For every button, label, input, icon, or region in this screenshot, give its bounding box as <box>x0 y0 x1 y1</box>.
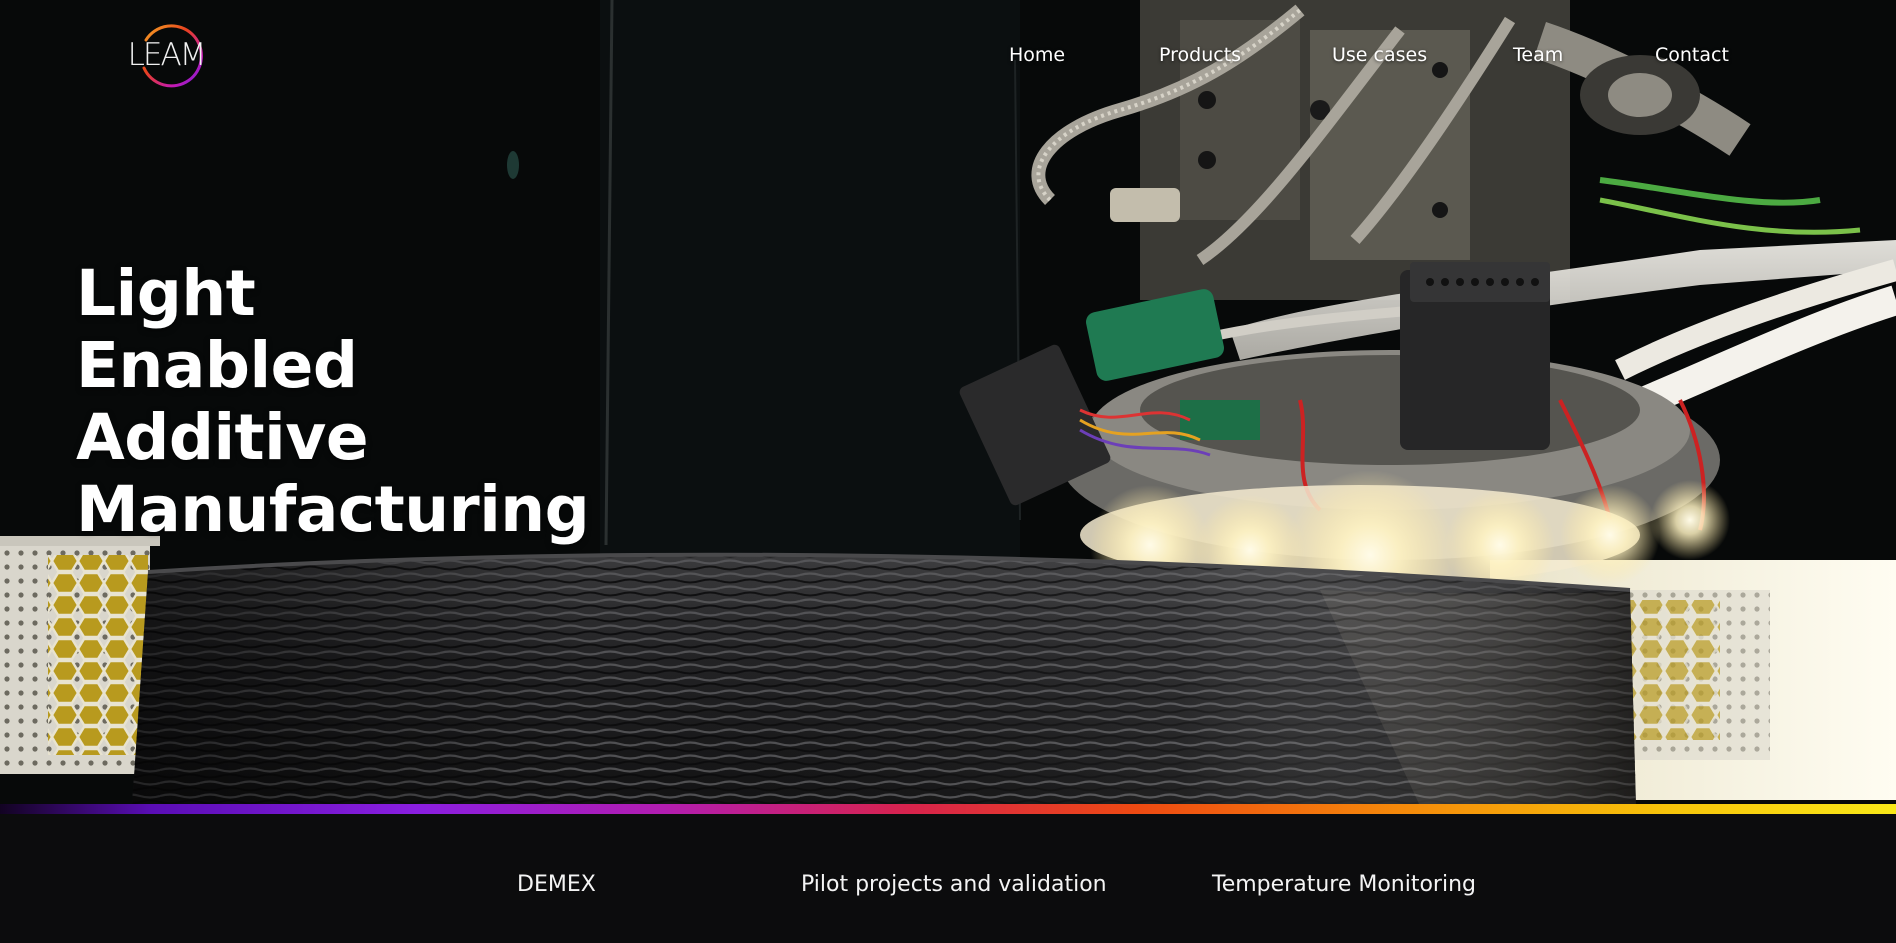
headline-line-3: Additive <box>76 401 369 474</box>
link-pilot-projects[interactable]: Pilot projects and validation <box>801 872 1107 897</box>
headline-line-1: Light <box>76 257 256 330</box>
nav-home[interactable]: Home <box>1009 44 1065 66</box>
nav-products[interactable]: Products <box>1159 44 1241 66</box>
headline-line-2: Enabled <box>76 329 358 402</box>
section-links: DEMEX Pilot projects and validation Temp… <box>0 814 1896 943</box>
nav-contact[interactable]: Contact <box>1655 44 1729 66</box>
link-temperature-monitoring[interactable]: Temperature Monitoring <box>1212 872 1476 897</box>
hero-section: LEAM Home Products Use cases Team Contac… <box>0 0 1896 806</box>
gradient-divider <box>0 804 1896 814</box>
main-navigation: Home Products Use cases Team Contact <box>0 44 1896 70</box>
headline-line-4: Manufacturing <box>76 473 590 546</box>
page: LEAM Home Products Use cases Team Contac… <box>0 0 1896 943</box>
nav-team[interactable]: Team <box>1513 44 1563 66</box>
nav-use-cases[interactable]: Use cases <box>1332 44 1427 66</box>
link-demex[interactable]: DEMEX <box>517 872 596 897</box>
hero-headline: Light Enabled Additive Manufacturing <box>76 257 590 546</box>
